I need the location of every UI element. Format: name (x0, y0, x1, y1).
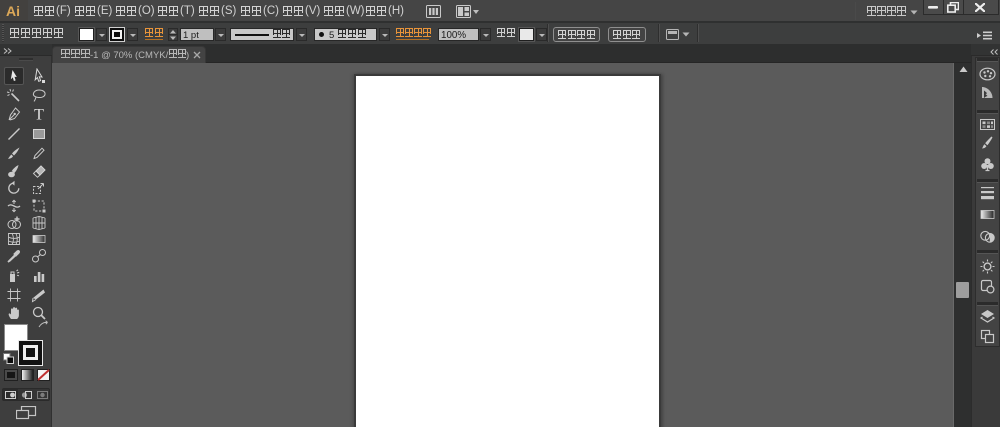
svg-text:T: T (34, 106, 44, 122)
